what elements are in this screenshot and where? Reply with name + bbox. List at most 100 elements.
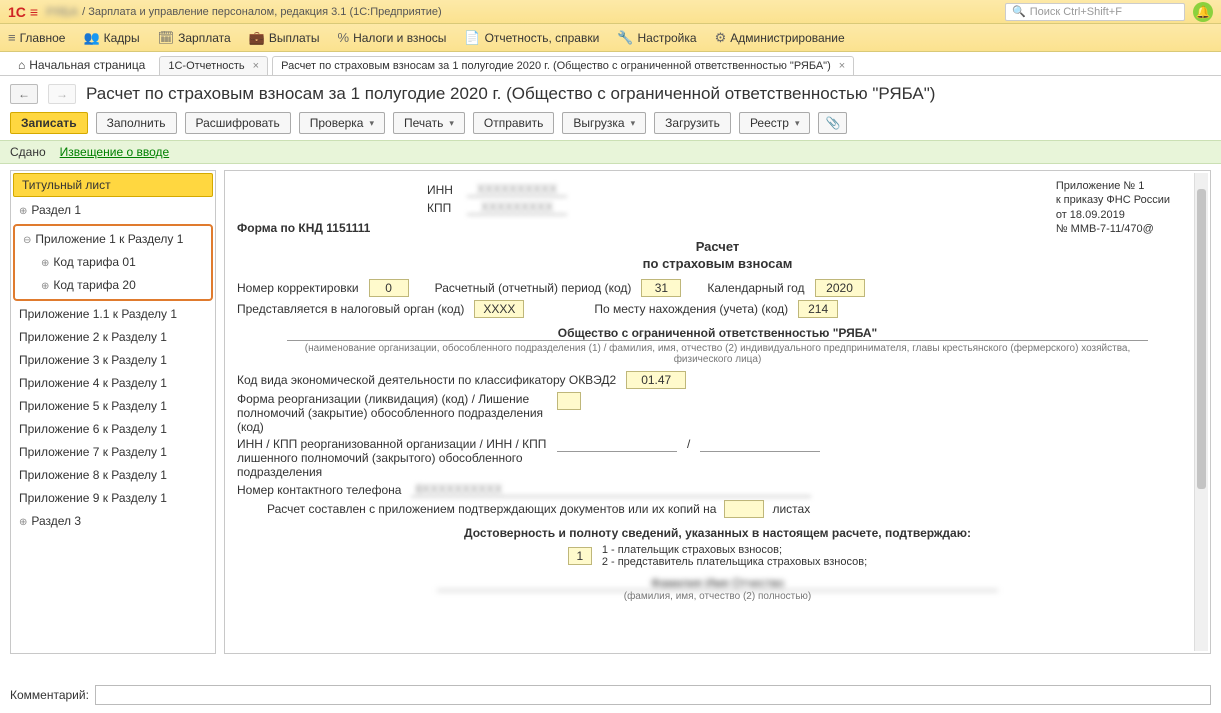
fio-value[interactable]: Фамилия Имя Отчество [437, 576, 998, 591]
menu-otchetnost[interactable]: 📄 Отчетность, справки [464, 30, 599, 46]
menu-admin[interactable]: ⚙Администрирование [715, 30, 845, 46]
sidebar-section1[interactable]: ⊕ Раздел 1 [11, 199, 215, 222]
load-button[interactable]: Загрузить [654, 112, 731, 134]
close-icon[interactable]: × [253, 60, 259, 72]
chevron-down-icon: ▾ [447, 118, 454, 129]
status-label: Сдано [10, 145, 46, 159]
appendix-line: от 18.09.2019 [1056, 208, 1170, 222]
inn-value[interactable]: XXXXXXXXXX [467, 182, 567, 197]
comment-input[interactable] [95, 685, 1211, 705]
org-name: Общество с ограниченной ответственностью… [287, 326, 1148, 341]
sidebar-app7[interactable]: Приложение 7 к Разделу 1 [11, 441, 215, 464]
people-icon: 👥 [83, 30, 99, 46]
registry-button[interactable]: Реестр▾ [739, 112, 811, 134]
menu-vyplaty[interactable]: 💼Выплаты [249, 30, 320, 46]
tab-label: Расчет по страховым взносам за 1 полугод… [281, 60, 831, 72]
year-label: Календарный год [707, 281, 804, 295]
bell-icon[interactable]: 🔔 [1193, 2, 1213, 22]
sidebar-tariff01[interactable]: ⊕Код тарифа 01 [15, 251, 211, 274]
sidebar-app9[interactable]: Приложение 9 к Разделу 1 [11, 487, 215, 510]
appendix-line: № ММВ-7-11/470@ [1056, 222, 1170, 236]
form-title1: Расчет [237, 239, 1198, 254]
innkpp-inn[interactable] [557, 437, 677, 452]
appendix-line: Приложение № 1 [1056, 179, 1170, 193]
menu-nastroyka[interactable]: 🔧Настройка [617, 30, 696, 46]
menu-label: Кадры [104, 31, 140, 45]
check-button[interactable]: Проверка▾ [299, 112, 385, 134]
decode-button[interactable]: Расшифровать [185, 112, 291, 134]
tab-1c-report[interactable]: 1С-Отчетность × [159, 56, 268, 75]
scrollbar[interactable] [1194, 173, 1208, 651]
chevron-down-icon: ▾ [629, 118, 636, 129]
kpp-value[interactable]: XXXXXXXXX [467, 200, 567, 215]
sidebar-tariff20[interactable]: ⊕ Код тарифа 20 [15, 274, 211, 297]
search-icon: 🔍 [1012, 5, 1026, 18]
expand-icon[interactable]: ⊕ [19, 206, 27, 217]
menu-nalogi[interactable]: %Налоги и взносы [338, 30, 447, 45]
innkpp-kpp[interactable] [700, 437, 820, 452]
send-button[interactable]: Отправить [473, 112, 555, 134]
docs-count[interactable] [724, 500, 764, 518]
expand-icon[interactable]: ⊕ [41, 281, 49, 292]
export-button[interactable]: Выгрузка▾ [562, 112, 646, 134]
period-label: Расчетный (отчетный) период (код) [435, 281, 632, 295]
sidebar-title-sheet[interactable]: Титульный лист [13, 173, 213, 197]
okved-value[interactable]: 01.47 [626, 371, 686, 389]
phone-value[interactable]: 8XXXXXXXXXX [411, 482, 811, 497]
sidebar-app1[interactable]: ⊖ Приложение 1 к Разделу 1 [15, 228, 211, 251]
confirm-value[interactable]: 1 [568, 547, 592, 565]
tab-label: 1С-Отчетность [168, 60, 244, 72]
briefcase-icon: 💼 [249, 30, 265, 46]
period-value[interactable]: 31 [641, 279, 681, 297]
comment-label: Комментарий: [10, 688, 89, 702]
sidebar-app6[interactable]: Приложение 6 к Разделу 1 [11, 418, 215, 441]
search-input[interactable]: 🔍 Поиск Ctrl+Shift+F [1005, 3, 1185, 21]
expand-icon[interactable]: ⊕ [41, 258, 49, 269]
print-button[interactable]: Печать▾ [393, 112, 465, 134]
nav-forward-button[interactable]: → [48, 84, 76, 104]
menu-label: Главное [20, 31, 66, 45]
sidebar-app11[interactable]: Приложение 1.1 к Разделу 1 [11, 303, 215, 326]
nav-back-button[interactable]: ← [10, 84, 38, 104]
menu-zarplata[interactable]: 🗓Зарплата [158, 30, 231, 46]
reorg-label: Форма реорганизации (ликвидация) (код) /… [237, 392, 547, 434]
home-icon: ⌂ [18, 58, 25, 72]
corr-value[interactable]: 0 [369, 279, 409, 297]
confirm-title: Достоверность и полноту сведений, указан… [237, 526, 1198, 540]
doc-icon: 📄 [464, 30, 480, 46]
tab-calc[interactable]: Расчет по страховым взносам за 1 полугод… [272, 56, 854, 75]
fill-button[interactable]: Заполнить [96, 112, 177, 134]
sidebar-section3[interactable]: ⊕Раздел 3 [11, 510, 215, 533]
menu-label: Администрирование [730, 31, 844, 45]
menu-label: Отчетность, справки [485, 31, 600, 45]
okved-label: Код вида экономической деятельности по к… [237, 373, 616, 387]
sidebar-label: Приложение 1 к Разделу 1 [35, 232, 183, 246]
write-button[interactable]: Записать [10, 112, 88, 134]
attach-button[interactable]: 📎 [818, 112, 847, 134]
sidebar-label: Раздел 1 [31, 203, 81, 217]
menu-label: Зарплата [178, 31, 231, 45]
taxorg-value[interactable]: XXXX [474, 300, 524, 318]
tab-home[interactable]: ⌂ Начальная страница [8, 55, 155, 75]
sidebar-label: Код тарифа 20 [53, 278, 135, 292]
expand-icon[interactable]: ⊕ [19, 517, 27, 528]
menu-main[interactable]: ≡Главное [8, 30, 65, 45]
menu-kadry[interactable]: 👥 Кадры [83, 30, 139, 46]
scrollbar-thumb[interactable] [1197, 189, 1206, 489]
sidebar-app8[interactable]: Приложение 8 к Разделу 1 [11, 464, 215, 487]
sidebar-app2[interactable]: Приложение 2 к Разделу 1 [11, 326, 215, 349]
sidebar-app3[interactable]: Приложение 3 к Разделу 1 [11, 349, 215, 372]
appendix-info: Приложение № 1 к приказу ФНС России от 1… [1056, 179, 1170, 236]
content-pane: Приложение № 1 к приказу ФНС России от 1… [224, 170, 1211, 654]
btn-label: Реестр [750, 116, 789, 130]
sidebar-app4[interactable]: Приложение 4 к Разделу 1 [11, 372, 215, 395]
year-value[interactable]: 2020 [815, 279, 865, 297]
sidebar-app5[interactable]: Приложение 5 к Разделу 1 [11, 395, 215, 418]
wrench-icon: 🔧 [617, 30, 633, 46]
place-value[interactable]: 214 [798, 300, 838, 318]
collapse-icon[interactable]: ⊖ [23, 235, 31, 246]
burger-icon[interactable]: ≡ [30, 4, 38, 20]
reorg-value[interactable] [557, 392, 581, 410]
close-icon[interactable]: × [839, 60, 845, 72]
status-link[interactable]: Извещение о вводе [60, 145, 170, 159]
